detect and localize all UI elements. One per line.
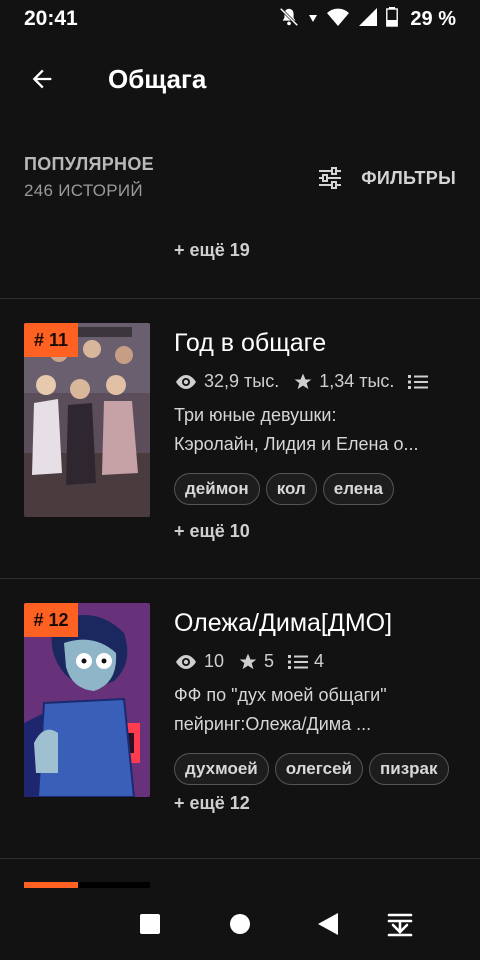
story-tags: духмоей олегсей пизрак + ещё 12 — [174, 753, 464, 814]
status-time: 20:41 — [24, 7, 78, 30]
rank-badge: # 11 — [24, 323, 78, 357]
description-line: Кэролайн, Лидия и Елена о... — [174, 434, 419, 454]
more-tags-link[interactable]: + ещё 19 — [174, 240, 250, 261]
filters-button[interactable]: ФИЛЬТРЫ — [317, 166, 456, 190]
vibrate-icon — [308, 10, 318, 28]
votes-count: 5 — [264, 651, 275, 671]
rank-badge: # 12 — [24, 603, 78, 637]
page-title: Общага — [108, 63, 207, 94]
circle-icon — [230, 914, 250, 934]
hide-nav-button[interactable] — [386, 910, 414, 938]
star-icon — [293, 372, 313, 392]
parts-list-icon — [288, 653, 309, 671]
divider — [0, 858, 480, 859]
tune-icon — [319, 167, 342, 189]
status-icons: 29 % — [278, 6, 456, 33]
description-line: Три юные девушки: — [174, 405, 337, 425]
battery-icon — [386, 6, 399, 32]
story-cover[interactable]: # 11 — [24, 323, 150, 517]
more-tags-link[interactable]: + ещё 10 — [174, 521, 250, 542]
views-count: 32,9 тыс. — [204, 371, 280, 391]
tag-chip[interactable]: кол — [265, 473, 317, 505]
description-line: пейринг:Олежа/Дима ... — [174, 714, 372, 734]
tag-chip[interactable]: пизрак — [368, 753, 449, 785]
system-nav-bar — [0, 888, 480, 960]
story-description: Три юные девушки: Кэролайн, Лидия и Елен… — [174, 401, 458, 459]
status-bar: 20:41 29 % — [0, 0, 480, 38]
story-stats: 32,9 тыс. 1,34 тыс. — [174, 371, 434, 392]
tag-chip[interactable]: духмоей — [174, 753, 269, 785]
story-tags: деймон кол елена — [174, 473, 464, 505]
parts-list-icon — [408, 373, 429, 391]
tag-chip[interactable]: олегсей — [274, 753, 363, 785]
star-icon — [238, 652, 258, 672]
back-nav-button[interactable] — [314, 910, 342, 938]
eye-icon — [174, 373, 198, 391]
story-description: ФФ по "дух моей общаги" пейринг:Олежа/Ди… — [174, 681, 458, 739]
description-line: ФФ по "дух моей общаги" — [174, 685, 387, 705]
back-button[interactable] — [20, 57, 64, 101]
eye-icon — [174, 653, 198, 671]
story-card[interactable]: # 12 Олежа/Дима[ДМО] 10 5 4 ФФ по "дух м… — [0, 579, 480, 859]
mute-icon — [278, 6, 300, 33]
arrow-back-icon — [32, 69, 52, 89]
recents-button[interactable] — [136, 910, 164, 938]
story-cover[interactable]: # 12 — [24, 603, 150, 797]
more-tags-link[interactable]: + ещё 12 — [174, 793, 250, 814]
views-count: 10 — [204, 651, 225, 671]
votes-count: 1,34 тыс. — [319, 371, 395, 391]
list-header: ПОПУЛЯРНОЕ 246 ИСТОРИЙ ФИЛЬТРЫ — [24, 154, 456, 214]
tag-chip[interactable]: елена — [322, 473, 394, 505]
parts-count: 4 — [314, 651, 325, 671]
triangle-back-icon — [318, 913, 338, 935]
wifi-icon — [326, 7, 350, 32]
collapse-down-icon — [387, 913, 413, 937]
story-title[interactable]: Олежа/Дима[ДМО] — [174, 609, 392, 638]
square-icon — [140, 914, 160, 934]
story-title[interactable]: Год в общаге — [174, 329, 326, 358]
app-bar: Общага — [0, 46, 480, 112]
filters-label: ФИЛЬТРЫ — [361, 167, 456, 188]
signal-icon — [358, 7, 378, 32]
story-stats: 10 5 4 — [174, 651, 324, 672]
tag-chip[interactable]: деймон — [174, 473, 260, 505]
battery-percent: 29 % — [410, 7, 456, 30]
home-button[interactable] — [226, 910, 254, 938]
story-card[interactable]: # 11 Год в общаге 32,9 тыс. 1,34 тыс. Тр… — [0, 299, 480, 579]
